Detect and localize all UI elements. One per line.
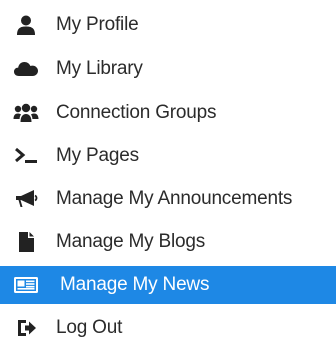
menu-item-my-profile[interactable]: My Profile	[0, 6, 336, 44]
menu-item-connection-groups[interactable]: Connection Groups	[0, 94, 336, 132]
menu-item-label: Manage My Announcements	[56, 188, 293, 209]
menu-item-my-library[interactable]: My Library	[0, 50, 336, 88]
menu-item-label: My Profile	[56, 14, 139, 35]
menu-item-my-pages[interactable]: My Pages	[0, 137, 336, 175]
newspaper-icon	[13, 274, 39, 296]
file-icon	[13, 231, 39, 253]
menu-item-log-out[interactable]: Log Out	[0, 309, 336, 347]
cloud-icon	[13, 58, 39, 80]
menu-item-label: Connection Groups	[56, 102, 217, 123]
sign-out-icon	[13, 317, 39, 339]
menu-item-label: Manage My Blogs	[56, 231, 206, 252]
bullhorn-icon	[13, 188, 39, 210]
menu-item-manage-my-announcements[interactable]: Manage My Announcements	[0, 180, 336, 218]
menu-item-manage-my-news[interactable]: Manage My News	[0, 266, 336, 304]
user-menu: My Profile My Library Connection Groups	[0, 0, 336, 341]
user-icon	[13, 14, 39, 36]
menu-item-label: My Pages	[56, 145, 139, 166]
menu-item-manage-my-blogs[interactable]: Manage My Blogs	[0, 223, 336, 261]
terminal-icon	[13, 145, 39, 167]
menu-item-label: Manage My News	[60, 274, 210, 295]
users-icon	[13, 102, 39, 124]
menu-item-label: Log Out	[56, 317, 123, 338]
menu-item-label: My Library	[56, 58, 143, 79]
